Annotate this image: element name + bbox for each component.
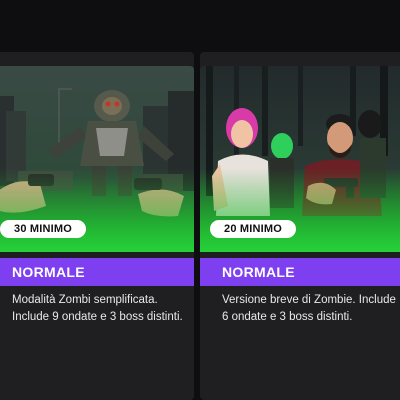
mode-label: NORMALE	[0, 258, 194, 286]
duration-badge: 20 MINIMO	[210, 220, 297, 238]
duration-badge: 30 MINIMO	[0, 220, 87, 238]
mode-selection-screen: 30 MINIMO NORMALE Modalità Zombi semplif…	[0, 0, 400, 400]
mode-label: NORMALE	[200, 258, 400, 286]
mode-card-2-thumbnail: 20 MINIMO	[200, 66, 400, 252]
mode-description: Versione breve di Zombie. Include 6 onda…	[222, 294, 396, 323]
mode-card-1-thumbnail: 30 MINIMO	[0, 66, 194, 252]
mode-card-2[interactable]: 20 MINIMO NORMALE Versione breve di Zomb…	[200, 52, 400, 400]
mode-description: Modalità Zombi semplificata. Include 9 o…	[12, 294, 183, 323]
mode-card-1[interactable]: 30 MINIMO NORMALE Modalità Zombi semplif…	[0, 52, 194, 400]
